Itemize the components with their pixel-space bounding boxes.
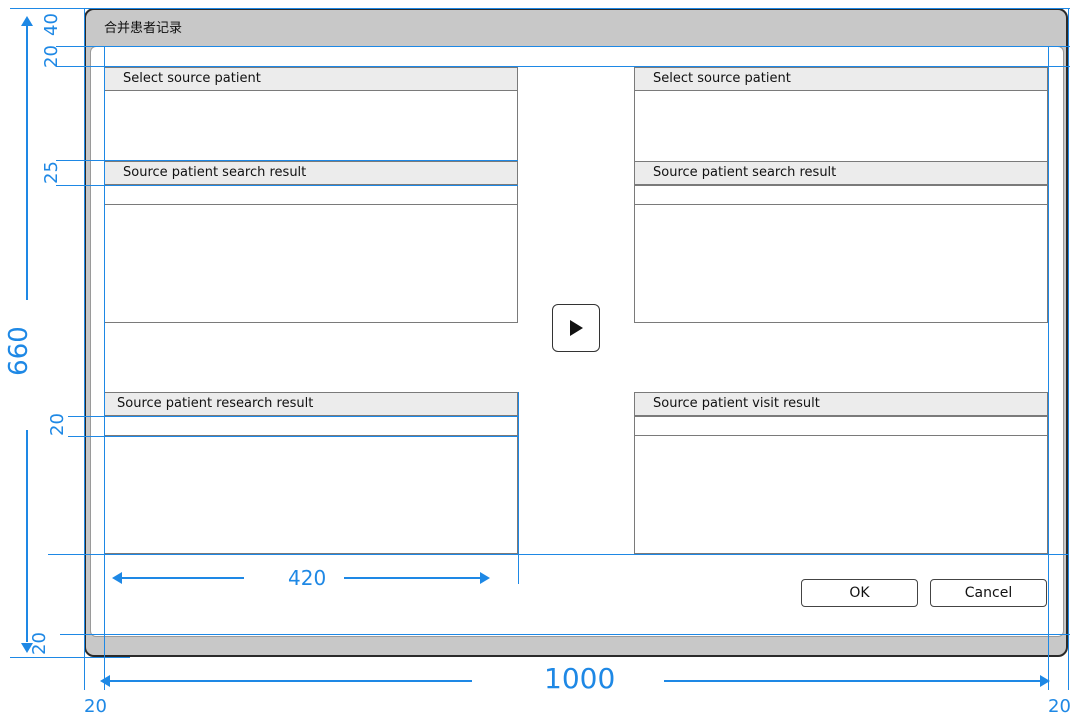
right-visit-input-row[interactable] (634, 416, 1048, 436)
guide-right-outer (1068, 8, 1069, 690)
width-1000-line-left (106, 680, 472, 682)
right-search-input-row[interactable] (634, 185, 1048, 205)
arrowhead-1000-left (100, 675, 110, 687)
guide-mid-col (518, 392, 519, 584)
cancel-button[interactable]: Cancel (930, 579, 1047, 607)
guide-right-inner (1048, 46, 1049, 690)
dim-20-mid-label: 20 (46, 413, 68, 436)
guide-20-top (68, 416, 518, 417)
dim-40-label: 40 (40, 13, 62, 36)
guide-left-outer (84, 8, 85, 690)
guide-panel-bottom (48, 554, 1068, 555)
left-research-header: Source patient research result (104, 392, 518, 416)
right-select-label: Select source patient (653, 71, 791, 86)
left-search-label: Source patient search result (123, 165, 307, 180)
arrowhead-up (21, 16, 33, 26)
play-icon (570, 320, 583, 336)
arrowhead-420-left (112, 572, 122, 584)
cancel-label: Cancel (964, 585, 1013, 601)
merge-arrow-button[interactable] (552, 304, 600, 352)
dim-20-top-label: 20 (40, 45, 62, 68)
width-420-line-left (118, 577, 244, 579)
right-visit-label: Source patient visit result (653, 396, 820, 411)
dim-20-bottom-label: 20 (28, 632, 50, 655)
right-select-header: Select source patient (634, 67, 1048, 91)
right-visit-header: Source patient visit result (634, 392, 1048, 416)
guide-window-bottom (10, 657, 130, 658)
width-420-label: 420 (288, 566, 327, 590)
height-arrow-upper (26, 22, 28, 300)
margin-left-20-label: 20 (84, 696, 107, 717)
dim-25-label: 25 (40, 161, 62, 184)
title-bar[interactable] (84, 8, 1068, 46)
guide-content-bottom (60, 634, 1070, 635)
left-search-header: Source patient search result (104, 161, 518, 185)
right-search-header: Source patient search result (634, 161, 1048, 185)
margin-right-20-label: 20 (1048, 696, 1071, 717)
left-search-input-row[interactable] (104, 185, 518, 205)
right-search-label: Source patient search result (653, 165, 837, 180)
guide-25-top (56, 160, 518, 161)
guide-panel-top (56, 66, 1070, 67)
guide-20-bottom (68, 436, 518, 437)
ok-label: OK (849, 585, 870, 601)
left-research-label: Source patient research result (117, 396, 314, 411)
left-research-input-row[interactable] (104, 416, 518, 436)
guide-top (10, 8, 1070, 9)
guide-left-inner (104, 46, 105, 690)
width-1000-label: 1000 (544, 662, 616, 695)
ok-button[interactable]: OK (801, 579, 918, 607)
left-select-label: Select source patient (123, 71, 261, 86)
guide-25-bottom (56, 185, 518, 186)
left-select-header: Select source patient (104, 67, 518, 91)
window-title: 合并患者记录 (104, 21, 183, 36)
width-1000-line-right (664, 680, 1044, 682)
arrowhead-420-right (480, 572, 490, 584)
height-660-label: 660 (3, 326, 34, 376)
width-420-line-right (344, 577, 482, 579)
height-arrow-lower (26, 430, 28, 642)
guide-title-bottom (56, 46, 1070, 47)
arrowhead-1000-right (1040, 675, 1050, 687)
